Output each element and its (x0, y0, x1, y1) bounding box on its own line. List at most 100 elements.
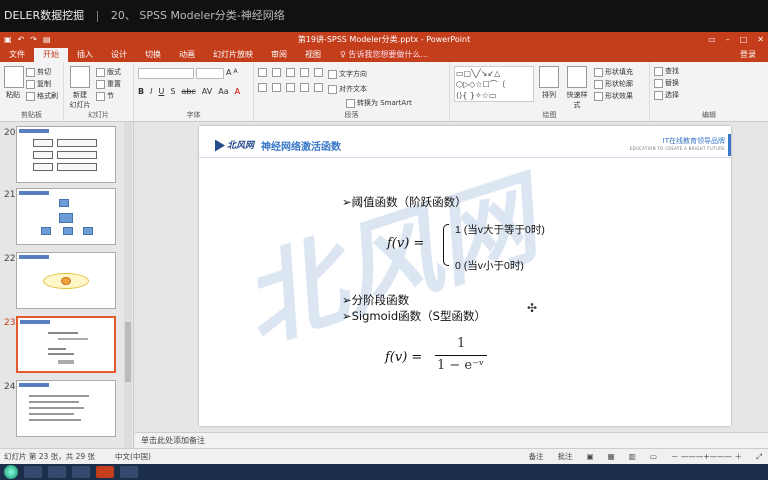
close-icon[interactable]: ✕ (757, 32, 764, 48)
smartart-button[interactable]: 转换为 SmartArt (346, 97, 412, 109)
scrollbar-thumb[interactable] (125, 322, 131, 382)
piecewise-brace (443, 224, 449, 266)
tab-transitions[interactable]: 切换 (136, 48, 170, 62)
taskbar-app-powerpoint[interactable] (96, 466, 114, 478)
layout-button[interactable]: 版式 (96, 66, 121, 78)
comments-toggle[interactable]: 批注 (558, 449, 573, 464)
windows-taskbar (0, 464, 768, 480)
minimize-icon[interactable]: – (726, 32, 730, 48)
section-button[interactable]: 节 (96, 90, 121, 102)
font-color-button[interactable]: A (235, 87, 240, 96)
bullet-sigmoid-function: ➢Sigmoid函数（S型函数） (342, 309, 486, 323)
align-center-icon[interactable] (272, 83, 281, 92)
tab-insert[interactable]: 插入 (68, 48, 102, 62)
language-status[interactable]: 中文(中国) (115, 449, 151, 464)
align-text-button[interactable]: 对齐文本 (328, 83, 367, 95)
start-button[interactable] (4, 465, 18, 479)
strikethrough-button[interactable]: abc (181, 87, 195, 96)
bullets-icon[interactable] (258, 68, 267, 77)
new-slide-button[interactable]: 新建 幻灯片 (68, 66, 92, 110)
slide-thumbnail[interactable]: 24 (4, 380, 130, 440)
slideshow-view-icon[interactable]: ▭ (650, 449, 657, 464)
slide-canvas[interactable]: 北风网 北风网 神经网络激活函数 IT在线教育领导品牌 EDUCATION TO… (199, 126, 731, 426)
paste-button[interactable]: 粘贴 (4, 66, 24, 100)
underline-button[interactable]: U (158, 87, 164, 96)
zoom-slider[interactable]: － ———+——— ＋ (671, 449, 742, 464)
cut-button[interactable]: 剪切 (26, 66, 58, 78)
tab-animations[interactable]: 动画 (170, 48, 204, 62)
tab-design[interactable]: 设计 (102, 48, 136, 62)
login-link[interactable]: 登录 (740, 48, 756, 62)
reset-button[interactable]: 重置 (96, 78, 121, 90)
fit-window-icon[interactable]: ⤢ (756, 449, 762, 464)
tab-file[interactable]: 文件 (0, 48, 34, 62)
find-button[interactable]: 查找 (654, 65, 764, 77)
numbering-icon[interactable] (272, 68, 281, 77)
window-title: 第19讲-SPSS Modeler分类.pptx - PowerPoint (297, 35, 471, 44)
normal-view-icon[interactable]: ▣ (587, 449, 594, 464)
align-left-icon[interactable] (258, 83, 267, 92)
tell-me-search[interactable]: ♀ 告诉我您想要做什么... (330, 48, 428, 62)
taskbar-app-folder[interactable] (72, 466, 90, 478)
sorter-view-icon[interactable]: ▦ (608, 449, 615, 464)
select-button[interactable]: 选择 (654, 89, 764, 101)
taskbar-app-explorer[interactable] (24, 466, 42, 478)
format-painter-button[interactable]: 格式刷 (26, 90, 58, 102)
increase-indent-icon[interactable] (300, 68, 309, 77)
new-slide-label: 新建 (73, 91, 87, 99)
char-spacing-button[interactable]: AV (202, 87, 212, 96)
justify-icon[interactable] (300, 83, 309, 92)
notes-toggle[interactable]: 备注 (529, 449, 544, 464)
maximize-icon[interactable]: □ (740, 32, 748, 48)
taskbar-app-media[interactable] (48, 466, 66, 478)
shape-effects-button[interactable]: 形状效果 (594, 90, 633, 102)
decrease-indent-icon[interactable] (286, 68, 295, 77)
font-name-combo[interactable] (138, 68, 194, 79)
quick-styles-label: 快速样式 (566, 91, 588, 109)
align-right-icon[interactable] (286, 83, 295, 92)
redo-icon[interactable]: ↷ (30, 32, 37, 48)
slide-thumbnail-active[interactable]: 23 (4, 316, 130, 376)
quick-styles-button[interactable]: 快速样式 (564, 66, 590, 110)
thumbnail-header (19, 255, 49, 259)
notes-pane[interactable]: 单击此处添加备注 (135, 432, 768, 448)
taskbar-app-browser[interactable] (120, 466, 138, 478)
shape-fill-button[interactable]: 形状填充 (594, 66, 633, 78)
slide-thumbnail[interactable]: 20 (4, 126, 130, 186)
ribbon-tabs: 文件 开始 插入 设计 切换 动画 幻灯片放映 审阅 视图 ♀ 告诉我您想要做什… (0, 48, 768, 62)
tab-slideshow[interactable]: 幻灯片放映 (204, 48, 262, 62)
reading-view-icon[interactable]: ▥ (629, 449, 636, 464)
thumbnail-text-line (29, 413, 74, 415)
reset-icon (96, 79, 105, 89)
shape-outline-button[interactable]: 形状轮廓 (594, 78, 633, 90)
shrink-font-icon[interactable]: A (233, 68, 237, 79)
tab-review[interactable]: 审阅 (262, 48, 296, 62)
font-size-combo[interactable] (196, 68, 224, 79)
ribbon-display-icon[interactable]: ▭ (708, 32, 716, 48)
save-icon[interactable]: ▣ (4, 32, 12, 48)
slide-number: 24 (4, 382, 16, 392)
thumbnails-scrollbar[interactable] (124, 122, 132, 448)
fraction-bar (435, 355, 487, 356)
start-slideshow-icon[interactable]: ▤ (43, 32, 51, 48)
quick-access-toolbar: ▣ ↶ ↷ ▤ (4, 32, 51, 48)
columns-icon[interactable] (314, 83, 323, 92)
bold-button[interactable]: B (138, 87, 144, 96)
arrange-button[interactable]: 排列 (538, 66, 560, 100)
video-title-bar: DELER数据挖掘 | 20、 SPSS Modeler分类-神经网络 (0, 0, 768, 32)
undo-icon[interactable]: ↶ (18, 32, 25, 48)
change-case-button[interactable]: Aa (218, 87, 228, 96)
tab-view[interactable]: 视图 (296, 48, 330, 62)
replace-button[interactable]: 替换 (654, 77, 764, 89)
grow-font-icon[interactable]: A (226, 68, 231, 79)
slide-thumbnail[interactable]: 22 (4, 252, 130, 312)
tab-home[interactable]: 开始 (34, 48, 68, 62)
copy-button[interactable]: 复制 (26, 78, 58, 90)
shadow-button[interactable]: S (170, 87, 175, 96)
window-titlebar: ▣ ↶ ↷ ▤ 第19讲-SPSS Modeler分类.pptx - Power… (0, 32, 768, 48)
line-spacing-icon[interactable] (314, 68, 323, 77)
shapes-gallery[interactable]: ▭▢╲╱↘↙△ ⬡▷◇☆☐⌒〔 ⟨⟩{ }✧☆▭ (454, 66, 534, 102)
slide-thumbnail[interactable]: 21 (4, 188, 130, 248)
italic-button[interactable]: I (150, 87, 152, 96)
text-direction-button[interactable]: 文字方向 (328, 68, 367, 80)
